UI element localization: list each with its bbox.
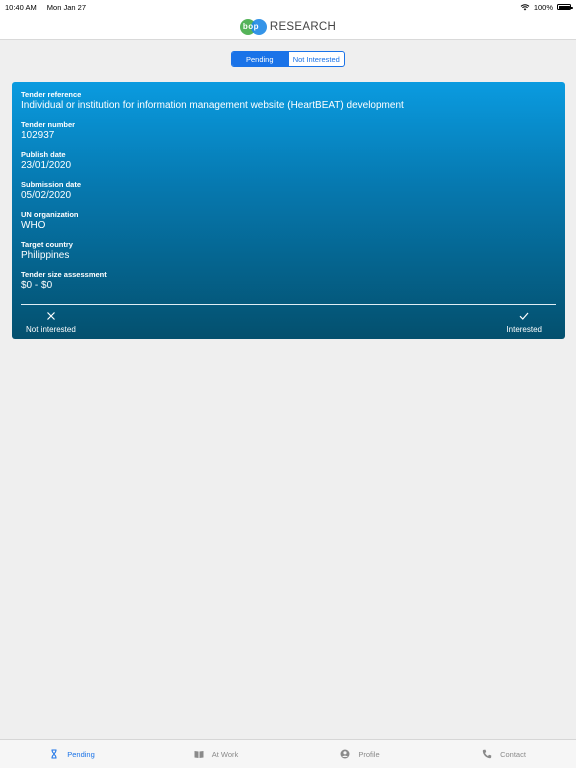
segment-not-interested[interactable]: Not Interested xyxy=(287,52,345,66)
segment-pending[interactable]: Pending xyxy=(232,52,288,66)
field-label: Tender reference xyxy=(21,90,82,99)
phone-icon xyxy=(482,749,492,759)
tab-contact[interactable]: Contact xyxy=(432,740,576,768)
tab-label: At Work xyxy=(211,749,239,759)
field-value: $0 - $0 xyxy=(21,280,53,291)
interested-button[interactable]: Interested xyxy=(506,311,542,334)
field-value: 05/02/2020 xyxy=(21,190,72,201)
field-value: WHO xyxy=(21,220,46,231)
person-icon xyxy=(340,749,350,759)
book-icon xyxy=(194,751,204,758)
field-value: Philippines xyxy=(21,250,70,261)
checkmark-icon xyxy=(519,312,529,320)
status-bar: 10:40 AM Mon Jan 27 100% xyxy=(0,0,576,14)
tab-label: Pending xyxy=(67,749,95,759)
logo-text: RESEARCH xyxy=(269,20,337,33)
field-submission-date: Submission date 05/02/2020 xyxy=(21,180,556,202)
bottom-tab-bar: Pending At Work Profile Contact xyxy=(0,739,576,768)
tab-label: Contact xyxy=(500,749,526,759)
wifi-icon xyxy=(520,3,530,10)
tab-pending[interactable]: Pending xyxy=(0,740,144,768)
tab-at-work[interactable]: At Work xyxy=(144,740,288,768)
status-time: 10:40 AM xyxy=(5,2,37,12)
field-label: Target country xyxy=(21,240,73,249)
card-divider xyxy=(21,304,556,305)
field-tender-reference: Tender reference Individual or instituti… xyxy=(21,90,556,112)
field-un-organization: UN organization WHO xyxy=(21,210,556,232)
tab-label: Profile xyxy=(358,749,380,759)
nav-bar: bop RESEARCH xyxy=(0,14,576,40)
status-date: Mon Jan 27 xyxy=(46,2,86,12)
field-label: Tender number xyxy=(21,120,76,129)
field-target-country: Target country Philippines xyxy=(21,240,556,262)
hourglass-icon xyxy=(51,749,57,759)
status-segmented-control: Pending Not Interested xyxy=(231,51,345,67)
field-label: Submission date xyxy=(21,180,82,189)
field-label: Tender size assessment xyxy=(21,270,107,279)
field-tender-number: Tender number 102937 xyxy=(21,120,556,142)
not-interested-label: Not interested xyxy=(26,325,76,334)
field-value: 102937 xyxy=(21,130,55,141)
not-interested-button[interactable]: Not interested xyxy=(26,311,76,334)
tab-profile[interactable]: Profile xyxy=(288,740,432,768)
field-value: 23/01/2020 xyxy=(21,160,72,171)
battery-icon xyxy=(557,4,573,10)
logo-mark: bop xyxy=(242,21,260,31)
interested-label: Interested xyxy=(506,325,542,334)
field-tender-size: Tender size assessment $0 - $0 xyxy=(21,270,556,292)
app-logo: bop RESEARCH xyxy=(239,18,337,35)
field-publish-date: Publish date 23/01/2020 xyxy=(21,150,556,172)
battery-percent: 100% xyxy=(533,2,553,12)
field-value: Individual or institution for informatio… xyxy=(21,100,404,111)
logo-circles-icon: bop xyxy=(239,18,268,35)
close-icon xyxy=(46,312,55,320)
tender-card: Tender reference Individual or instituti… xyxy=(12,82,565,339)
field-label: UN organization xyxy=(21,210,79,219)
status-left: 10:40 AM Mon Jan 27 xyxy=(5,3,94,12)
status-right: 100% xyxy=(520,2,573,12)
field-label: Publish date xyxy=(21,150,66,159)
